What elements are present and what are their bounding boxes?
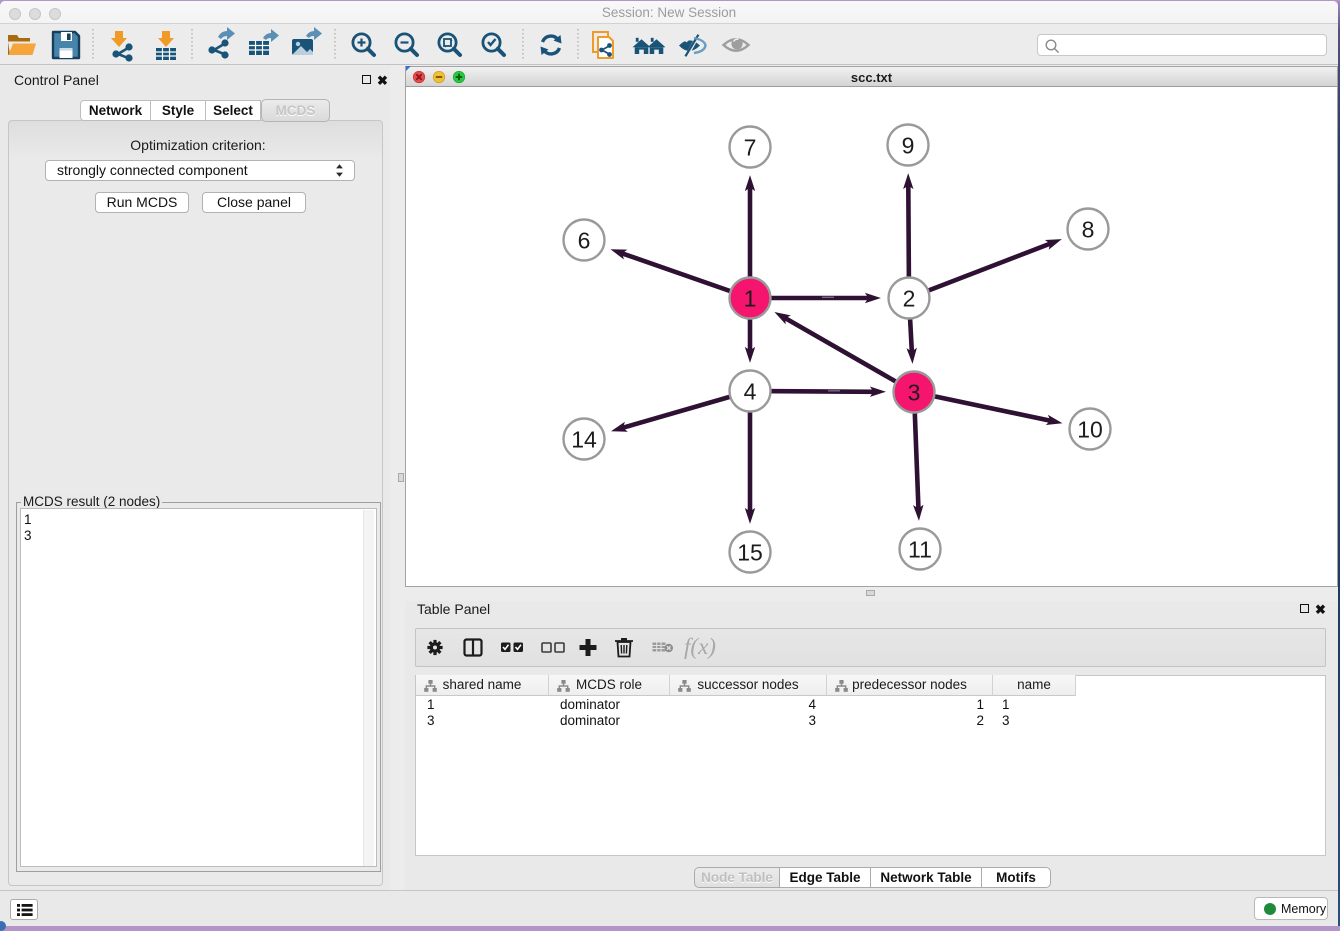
svg-text:10: 10 bbox=[1077, 416, 1103, 442]
svg-text:6: 6 bbox=[578, 227, 591, 253]
svg-text:9: 9 bbox=[902, 132, 915, 158]
svg-text:15: 15 bbox=[737, 539, 763, 565]
svg-text:11: 11 bbox=[908, 536, 932, 562]
svg-text:7: 7 bbox=[744, 134, 757, 160]
svg-text:2: 2 bbox=[903, 285, 916, 311]
svg-text:8: 8 bbox=[1082, 216, 1095, 242]
svg-text:1: 1 bbox=[744, 285, 757, 311]
svg-text:14: 14 bbox=[571, 426, 597, 452]
svg-text:4: 4 bbox=[744, 378, 757, 404]
svg-text:f(x): f(x) bbox=[684, 634, 716, 659]
svg-text:3: 3 bbox=[908, 379, 921, 405]
